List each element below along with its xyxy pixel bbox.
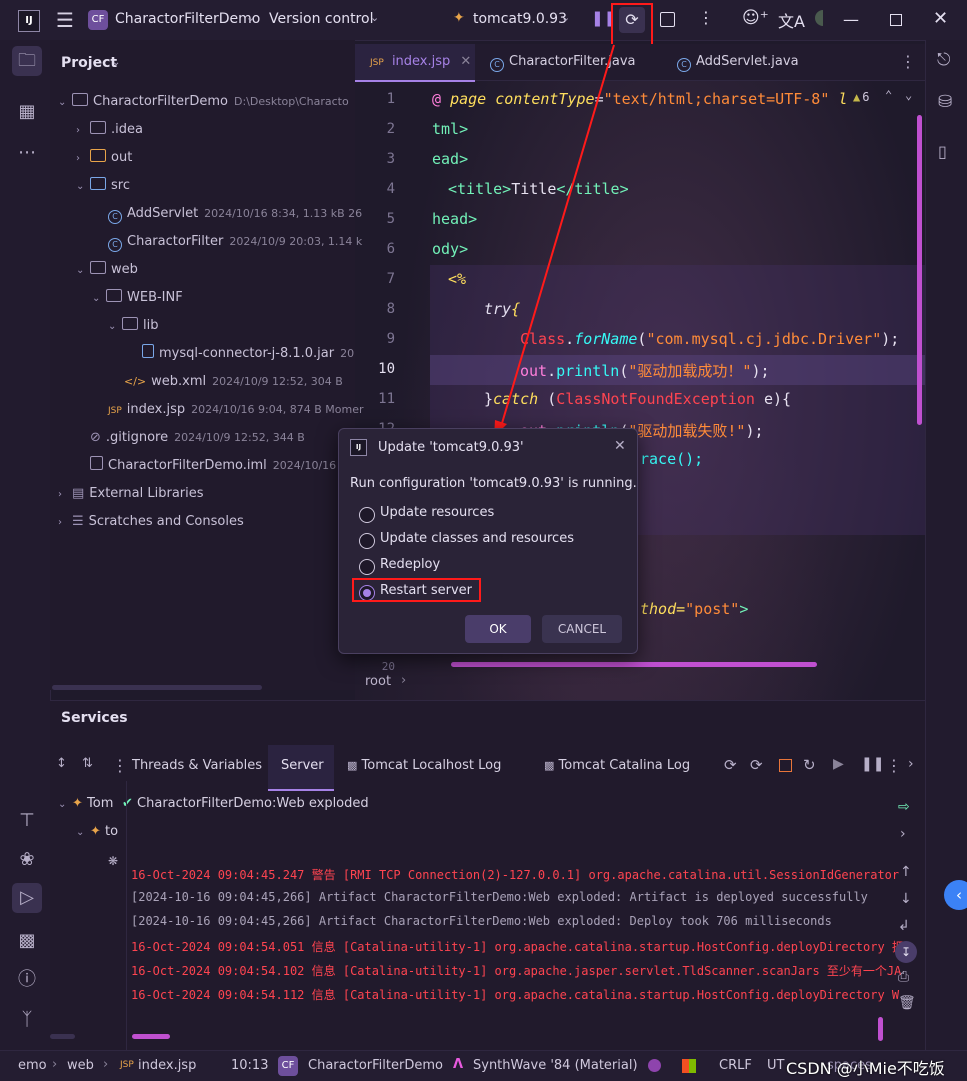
cancel-button[interactable]: CANCEL [542,615,622,643]
app-logo: IJ [350,439,367,456]
option-label[interactable]: Redeploy [380,557,440,572]
dialog-message: Run configuration 'tomcat9.0.93' is runn… [350,476,637,491]
radio-redeploy[interactable] [359,559,375,575]
radio-update-resources[interactable] [359,507,375,523]
option-label[interactable]: Update classes and resources [380,531,574,546]
close-icon[interactable]: ✕ [614,438,626,454]
radio-update-classes-resources[interactable] [359,533,375,549]
dialog-title: Update 'tomcat9.0.93' [378,440,524,455]
option-label[interactable]: Update resources [380,505,494,520]
update-dialog: IJ Update 'tomcat9.0.93' ✕ Run configura… [338,428,638,654]
ok-button[interactable]: OK [465,615,531,643]
highlight-box [352,578,481,602]
